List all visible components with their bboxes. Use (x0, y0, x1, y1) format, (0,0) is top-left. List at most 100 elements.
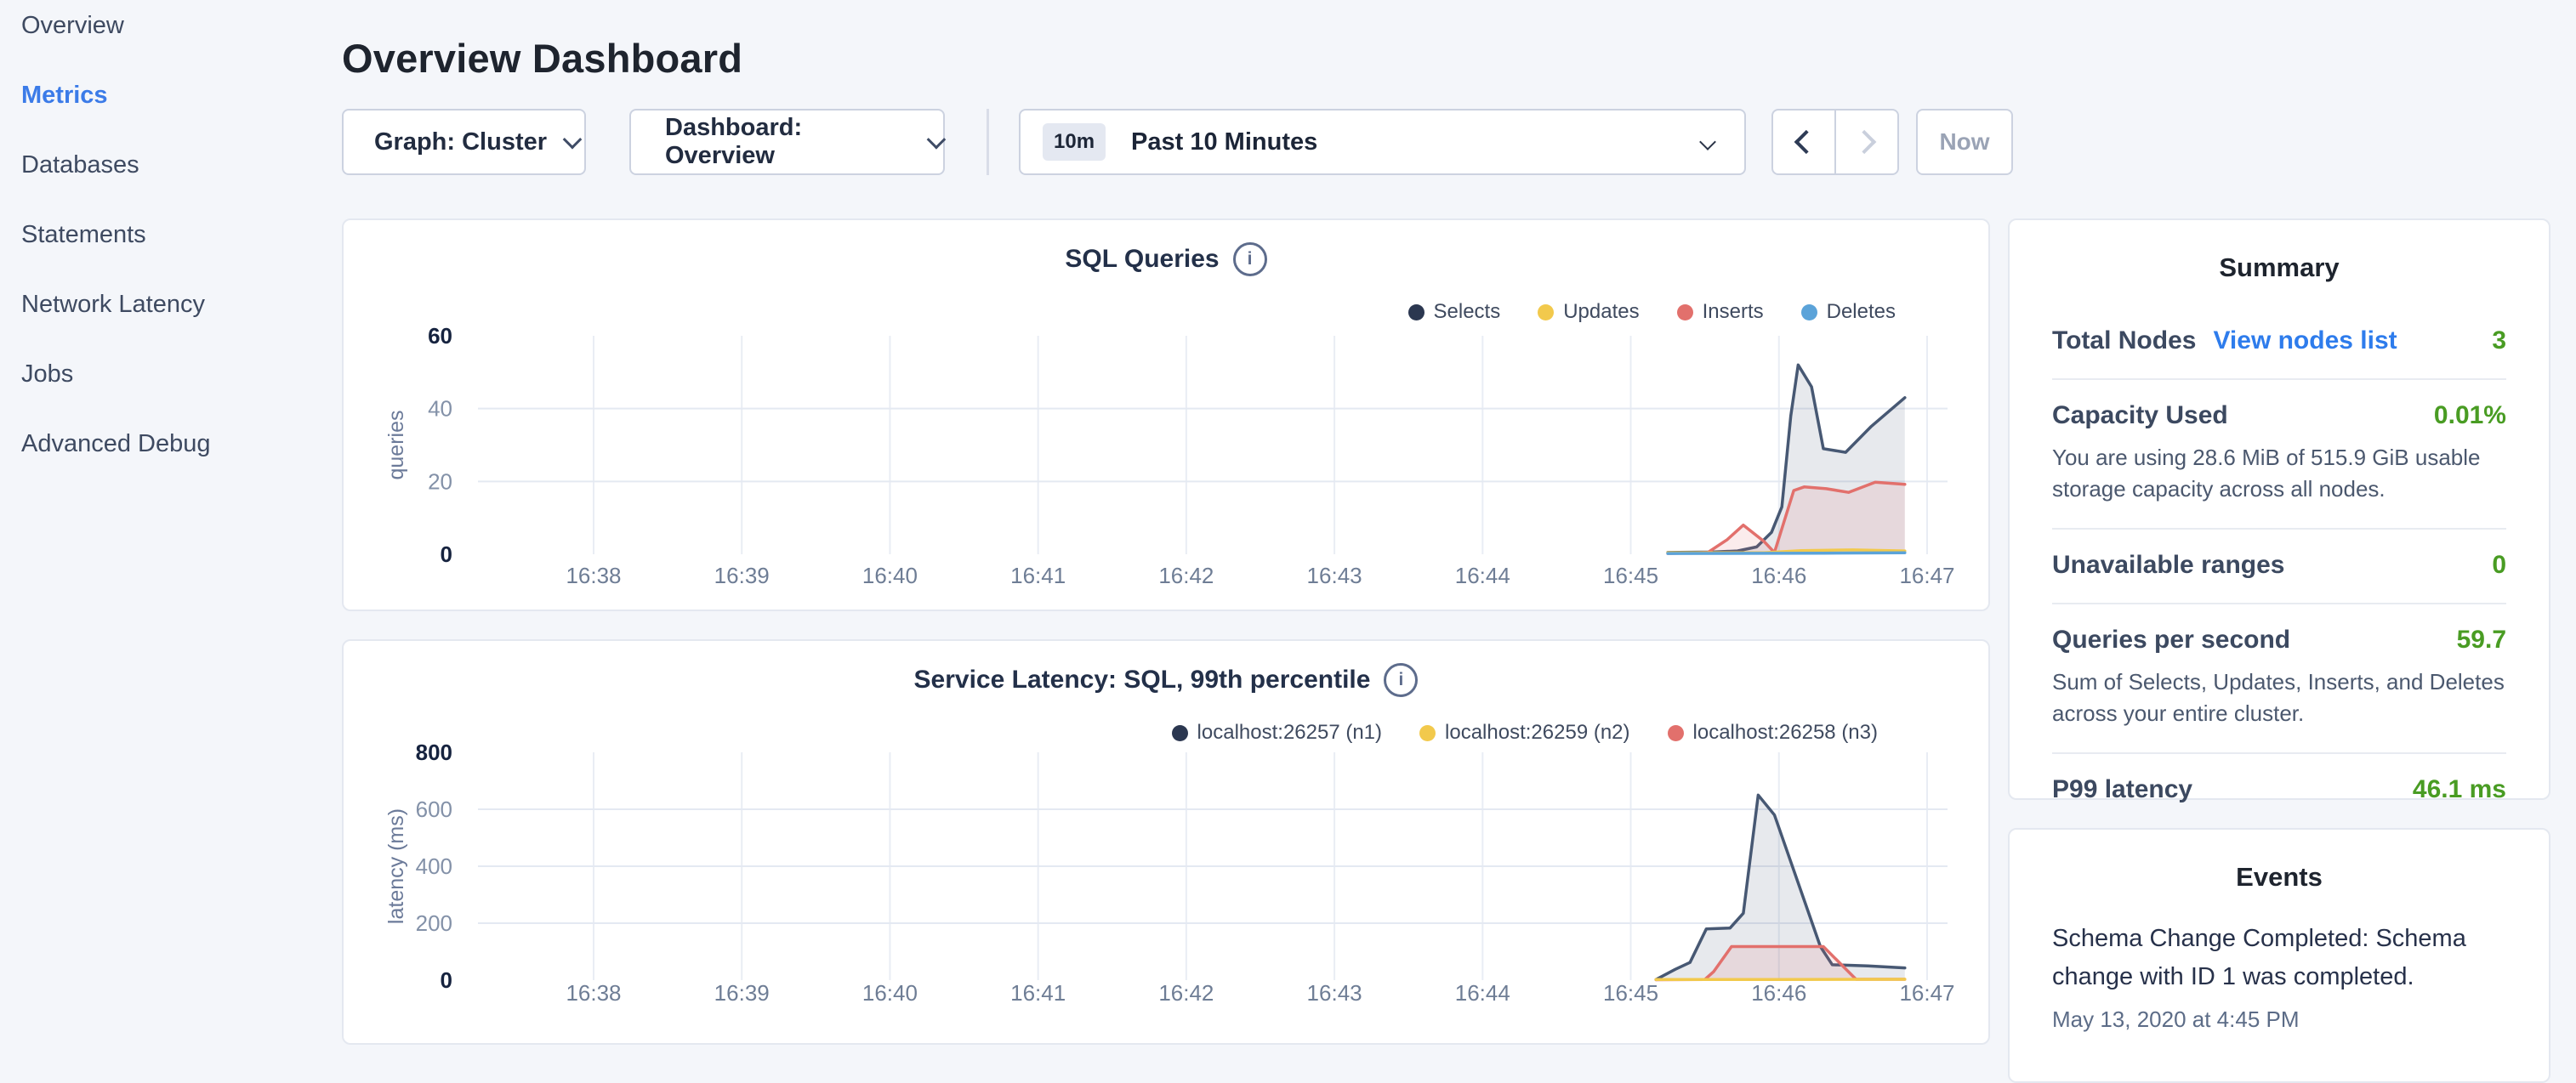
now-button[interactable]: Now (1916, 109, 2013, 175)
time-window-nav (1771, 109, 1899, 175)
service-latency-chart[interactable]: 16:3816:3916:4016:4116:4216:4316:4416:45… (344, 743, 1992, 1046)
svg-text:16:41: 16:41 (1010, 563, 1066, 588)
legend-dot-icon (1538, 304, 1554, 320)
svg-text:16:46: 16:46 (1751, 563, 1806, 588)
info-icon[interactable]: i (1233, 242, 1267, 276)
chart-title: SQL Queries (1065, 245, 1219, 274)
summary-row-total-nodes: Total NodesView nodes list3 (2052, 305, 2506, 380)
sidebar-item-metrics[interactable]: Metrics (0, 82, 340, 151)
svg-text:16:38: 16:38 (566, 980, 621, 1006)
legend-item-localhost-26258-n3[interactable]: localhost:26258 (n3) (1668, 721, 1878, 745)
legend-item-inserts[interactable]: Inserts (1677, 300, 1764, 324)
time-range-label: Past 10 Minutes (1131, 128, 1317, 156)
info-icon[interactable]: i (1384, 663, 1418, 697)
service-latency-card: Service Latency: SQL, 99th percentile i … (342, 639, 1990, 1045)
svg-text:16:43: 16:43 (1307, 563, 1362, 588)
summary-description: Sum of Selects, Updates, Inserts, and De… (2052, 666, 2506, 729)
svg-text:16:47: 16:47 (1899, 980, 1954, 1006)
summary-label: Unavailable ranges (2052, 551, 2284, 580)
summary-label: Queries per second (2052, 626, 2290, 655)
svg-text:40: 40 (428, 396, 452, 422)
time-range-dropdown[interactable]: 10m Past 10 Minutes (1019, 109, 1746, 175)
sql-queries-card: SQL Queries i Selects Updates Inserts Delet… (342, 218, 1990, 611)
legend-label: Updates (1563, 300, 1639, 324)
dashboard-label: Dashboard: Overview (665, 114, 911, 170)
svg-text:20: 20 (428, 468, 452, 494)
svg-text:16:40: 16:40 (862, 563, 918, 588)
svg-text:16:43: 16:43 (1307, 980, 1362, 1006)
svg-text:16:45: 16:45 (1603, 563, 1658, 588)
summary-row-p99-latency: P99 latency46.1 ms (2052, 754, 2506, 827)
graph-scope-label: Graph: Cluster (374, 128, 547, 156)
legend-dot-icon (1172, 725, 1188, 741)
summary-value: 0 (2492, 551, 2506, 580)
legend-item-updates[interactable]: Updates (1538, 300, 1639, 324)
summary-row-queries-per-second: Queries per second 59.7 Sum of Selects, Up… (2052, 604, 2506, 754)
svg-text:16:46: 16:46 (1751, 980, 1806, 1006)
time-next-button[interactable] (1834, 111, 1897, 173)
summary-label: Capacity Used (2052, 401, 2228, 430)
legend-label: Inserts (1703, 300, 1764, 324)
svg-text:0: 0 (441, 967, 452, 993)
sidebar-item-databases[interactable]: Databases (0, 151, 340, 221)
event-text: Schema Change Completed: Schema change w… (2052, 920, 2506, 996)
svg-text:200: 200 (416, 910, 452, 936)
svg-text:400: 400 (416, 853, 452, 879)
event-item[interactable]: Schema Change Completed: Schema change w… (2052, 920, 2506, 1033)
svg-text:16:45: 16:45 (1603, 980, 1658, 1006)
svg-text:600: 600 (416, 797, 452, 822)
summary-row-unavailable-ranges: Unavailable ranges 0 (2052, 530, 2506, 604)
summary-row-capacity-used: Capacity Used 0.01% You are using 28.6 MiB… (2052, 380, 2506, 530)
legend-dot-icon (1419, 725, 1436, 741)
svg-text:16:44: 16:44 (1455, 563, 1510, 588)
legend-label: Selects (1434, 300, 1501, 324)
summary-value: 59.7 (2457, 626, 2506, 655)
summary-label: P99 latency (2052, 775, 2192, 804)
summary-description: You are using 28.6 MiB of 515.9 GiB usab… (2052, 442, 2506, 505)
chevron-down-icon (927, 130, 946, 149)
svg-text:16:41: 16:41 (1010, 980, 1066, 1006)
sidebar-item-advanced-debug[interactable]: Advanced Debug (0, 430, 340, 500)
dashboard-dropdown[interactable]: Dashboard: Overview (629, 109, 945, 175)
svg-text:16:47: 16:47 (1899, 563, 1954, 588)
time-range-badge: 10m (1043, 123, 1106, 161)
chart-legend: localhost:26257 (n1) localhost:26259 (n2)… (1172, 721, 1878, 745)
legend-item-localhost-26257-n1[interactable]: localhost:26257 (n1) (1172, 721, 1382, 745)
overview-dashboard-page: { "sidebar": { "items": [ {"label": "Ove… (0, 0, 2576, 1051)
svg-text:16:39: 16:39 (714, 563, 770, 588)
svg-text:16:42: 16:42 (1158, 980, 1214, 1006)
event-timestamp: May 13, 2020 at 4:45 PM (2052, 1006, 2506, 1033)
sql-queries-chart[interactable]: 16:38 16:39 16:40 16:41 16:42 16:43 16:44 16:45… (344, 322, 1992, 613)
legend-item-localhost-26259-n2[interactable]: localhost:26259 (n2) (1419, 721, 1629, 745)
time-prev-button[interactable] (1773, 111, 1834, 173)
summary-title: Summary (2052, 252, 2506, 283)
view-nodes-list-link[interactable]: View nodes list (2213, 326, 2397, 355)
summary-value: 0.01% (2434, 401, 2506, 430)
sidebar-item-overview[interactable]: Overview (0, 12, 340, 82)
graph-scope-dropdown[interactable]: Graph: Cluster (342, 109, 586, 175)
legend-item-deletes[interactable]: Deletes (1801, 300, 1896, 324)
svg-text:0: 0 (441, 542, 452, 567)
chevron-right-icon (1852, 130, 1876, 154)
chart-title: Service Latency: SQL, 99th percentile (914, 666, 1371, 695)
legend-dot-icon (1668, 725, 1684, 741)
svg-text:16:42: 16:42 (1158, 563, 1214, 588)
legend-item-selects[interactable]: Selects (1408, 300, 1501, 324)
legend-dot-icon (1677, 304, 1693, 320)
now-button-label: Now (1918, 128, 2011, 156)
legend-label: localhost:26258 (n3) (1693, 721, 1878, 745)
legend-label: Deletes (1827, 300, 1896, 324)
svg-text:16:38: 16:38 (566, 563, 621, 588)
sidebar-item-statements[interactable]: Statements (0, 221, 340, 291)
sidebar-item-network-latency[interactable]: Network Latency (0, 291, 340, 360)
legend-label: localhost:26259 (n2) (1445, 721, 1629, 745)
legend-dot-icon (1801, 304, 1817, 320)
sidebar-item-jobs[interactable]: Jobs (0, 360, 340, 430)
svg-text:16:39: 16:39 (714, 980, 770, 1006)
controls-divider (987, 109, 989, 175)
svg-text:800: 800 (416, 743, 452, 765)
page-title: Overview Dashboard (342, 35, 742, 82)
chart-legend: Selects Updates Inserts Deletes (1408, 300, 1896, 324)
svg-text:16:44: 16:44 (1455, 980, 1510, 1006)
svg-text:60: 60 (428, 323, 452, 349)
